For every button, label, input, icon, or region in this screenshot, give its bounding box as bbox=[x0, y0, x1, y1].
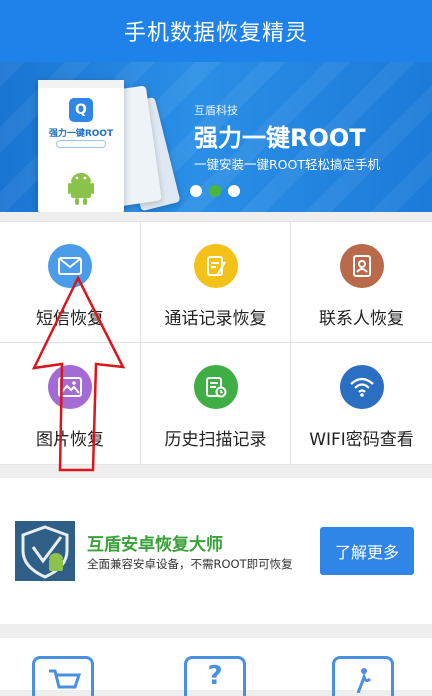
feature-label: 联系人恢复 bbox=[319, 309, 404, 329]
android-robot-icon bbox=[68, 173, 94, 205]
feature-label: WIFI密码查看 bbox=[309, 430, 414, 450]
phone-mockup: Q 强力一键ROOT bbox=[38, 80, 124, 212]
message-icon bbox=[48, 244, 92, 288]
wifi-icon bbox=[339, 365, 384, 409]
contacts-icon bbox=[339, 244, 384, 288]
feature-label: 通话记录恢复 bbox=[164, 309, 267, 329]
feature-contacts-recovery[interactable]: 联系人恢复 bbox=[291, 222, 432, 343]
banner-dot-1[interactable] bbox=[190, 185, 202, 197]
banner-subtitle: 一键安装一键ROOT轻松搞定手机 bbox=[194, 157, 380, 172]
learn-more-button[interactable]: 了解更多 bbox=[320, 527, 414, 575]
cart-icon[interactable] bbox=[32, 656, 94, 696]
feature-label: 短信恢复 bbox=[36, 309, 104, 329]
promo-ad-card[interactable]: 互盾安卓恢复大师 全面兼容安卓设备，不需ROOT即可恢复 了解更多 bbox=[0, 478, 432, 624]
banner-brand: 互盾科技 bbox=[194, 104, 238, 117]
history-icon bbox=[193, 365, 238, 409]
feature-label: 图片恢复 bbox=[36, 430, 104, 450]
phone-mockup-title: 强力一键ROOT bbox=[48, 129, 114, 139]
feature-wifi-password[interactable]: WIFI密码查看 bbox=[291, 343, 432, 465]
shield-logo-icon bbox=[15, 521, 75, 581]
ad-title: 互盾安卓恢复大师 bbox=[87, 535, 223, 555]
feature-call-log-recovery[interactable]: 通话记录恢复 bbox=[141, 222, 291, 343]
feature-history-scan[interactable]: 历史扫描记录 bbox=[141, 343, 291, 465]
call-log-icon bbox=[193, 244, 238, 288]
banner-dot-3[interactable] bbox=[228, 185, 240, 197]
image-icon bbox=[48, 365, 92, 409]
app-logo-icon: Q bbox=[69, 98, 93, 122]
bottom-toolbar: ? bbox=[0, 638, 432, 696]
banner-pagination bbox=[190, 185, 240, 197]
ad-description: 全面兼容安卓设备，不需ROOT即可恢复 bbox=[87, 557, 293, 571]
banner-dot-2[interactable] bbox=[209, 185, 221, 197]
feature-image-recovery[interactable]: 图片恢复 bbox=[0, 343, 141, 465]
feature-label: 历史扫描记录 bbox=[164, 430, 267, 450]
app-title: 手机数据恢复精灵 bbox=[123, 21, 308, 46]
app-title-bar: 手机数据恢复精灵 bbox=[0, 0, 432, 62]
feature-sms-recovery[interactable]: 短信恢复 bbox=[0, 222, 141, 343]
banner-headline: 强力一键ROOT bbox=[194, 124, 366, 152]
feature-grid: 短信恢复 通话记录恢复 联系人恢复 图片恢复 历史扫描记录 WIFI密码查看 bbox=[0, 221, 432, 465]
help-icon[interactable]: ? bbox=[184, 656, 246, 696]
info-icon[interactable] bbox=[332, 656, 394, 696]
promo-banner[interactable]: Q 强力一键ROOT 互盾科技 强力一键ROOT 一键安装一键ROOT轻松搞定手… bbox=[0, 62, 432, 212]
